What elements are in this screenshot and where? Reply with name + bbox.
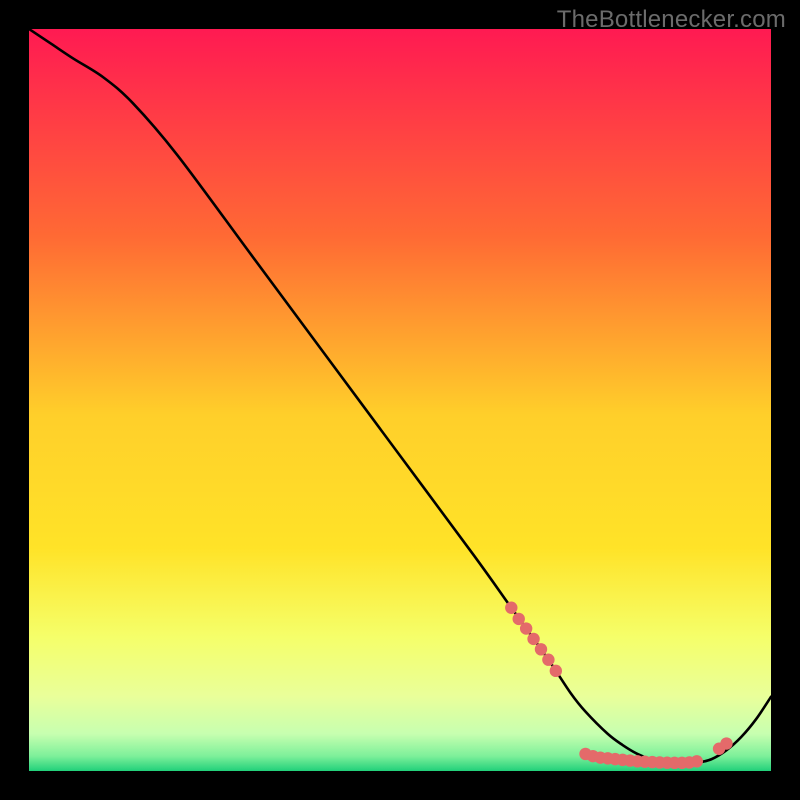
marker-dot	[520, 622, 532, 634]
curve-line	[29, 29, 771, 764]
marker-dot	[542, 654, 554, 666]
watermark-text: TheBottlenecker.com	[557, 6, 786, 34]
plot-area	[29, 29, 771, 771]
marker-dot	[527, 633, 539, 645]
marker-dot	[505, 602, 517, 614]
marker-dot	[535, 643, 547, 655]
marker-dot	[550, 665, 562, 677]
chart-frame: TheBottlenecker.com	[0, 0, 800, 800]
marker-dot	[691, 755, 703, 767]
chart-svg	[29, 29, 771, 771]
marker-dot	[720, 737, 732, 749]
